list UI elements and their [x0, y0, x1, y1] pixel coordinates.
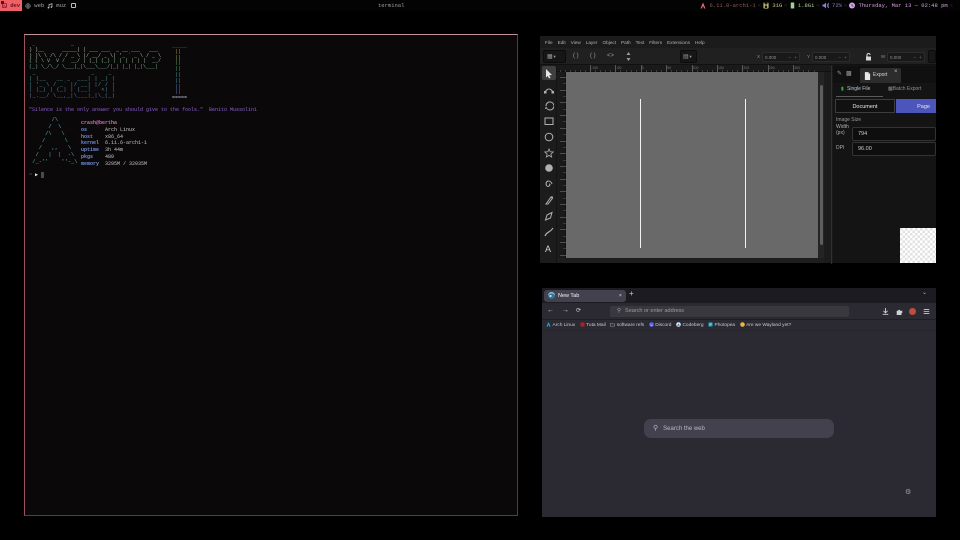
svg-text:A: A: [545, 244, 551, 254]
